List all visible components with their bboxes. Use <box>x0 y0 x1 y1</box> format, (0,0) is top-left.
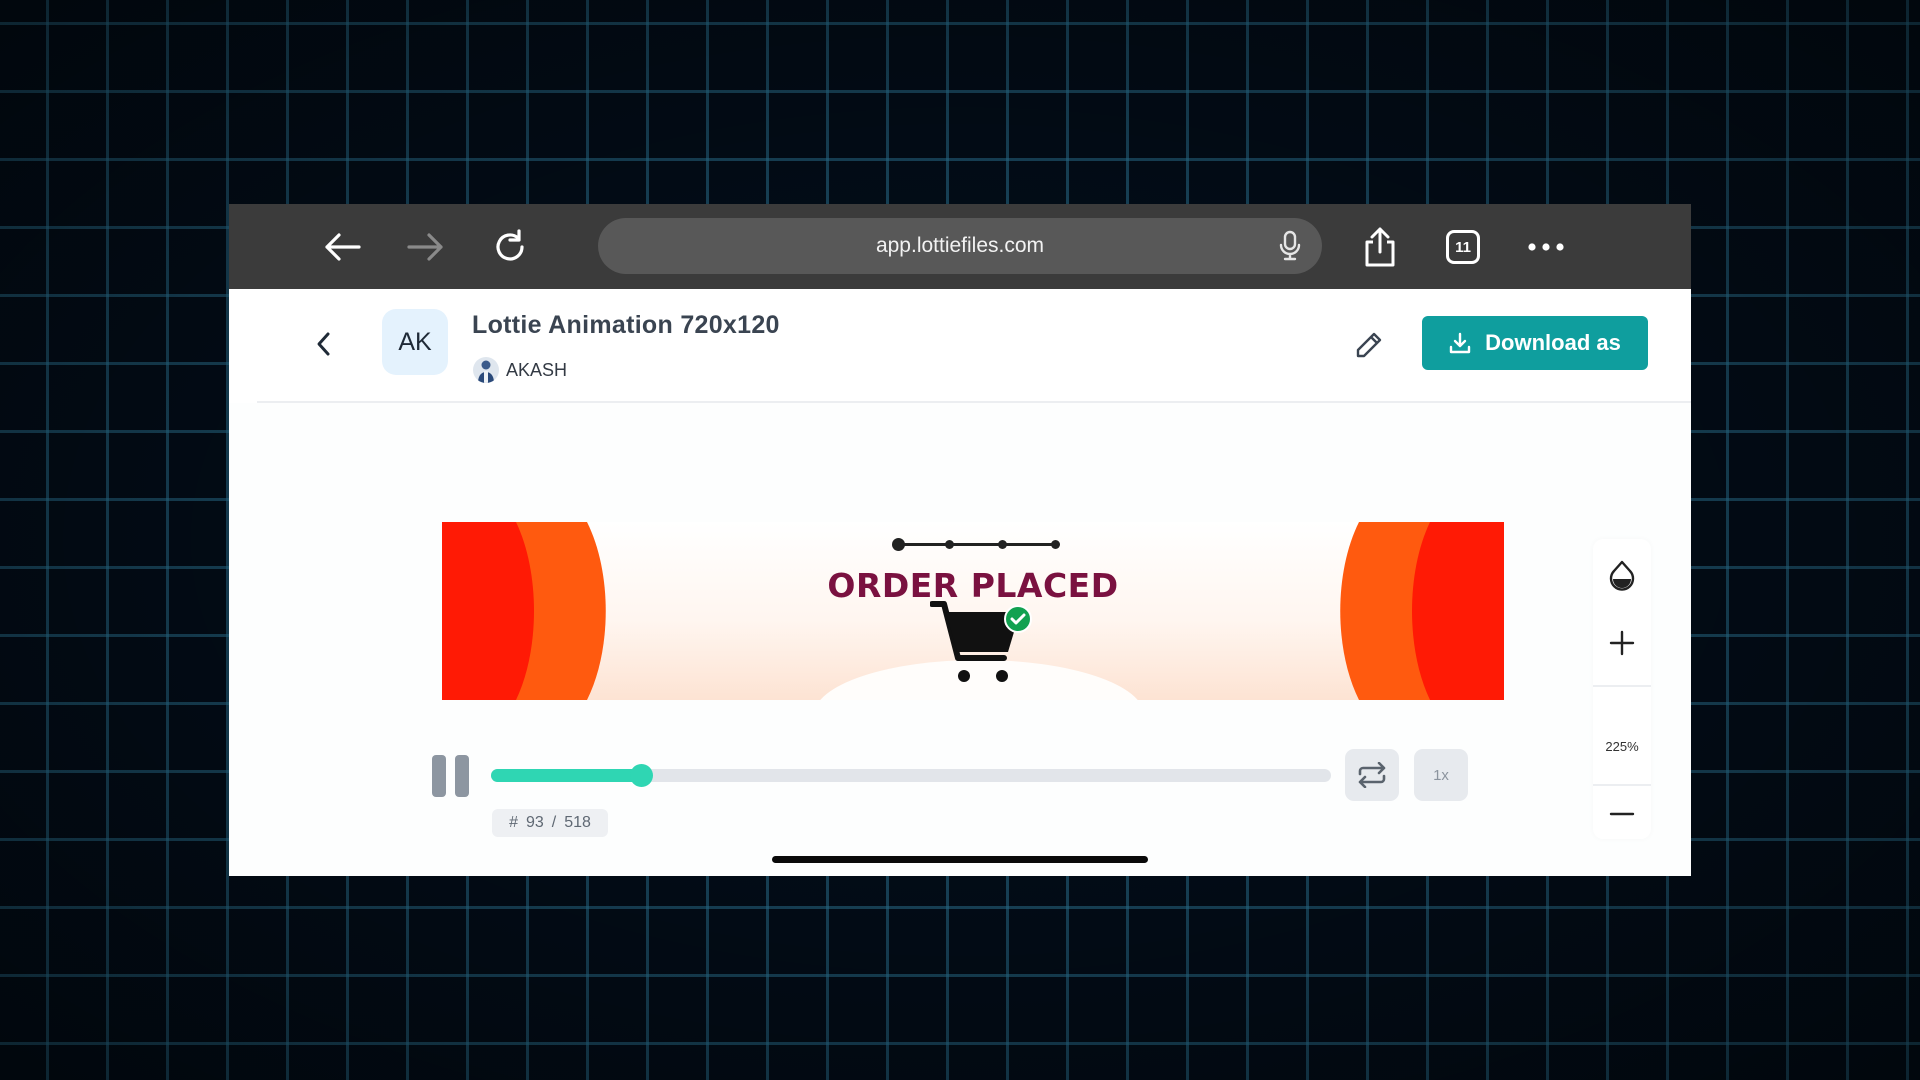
download-label: Download as <box>1485 330 1621 355</box>
browser-toolbar: app.lottiefiles.com 11 <box>229 204 1691 289</box>
more-icon[interactable] <box>1521 222 1571 272</box>
checkmark-icon <box>1004 605 1032 633</box>
author-avatar <box>473 357 499 383</box>
avatar: AK <box>382 309 448 375</box>
chevron-left-icon[interactable] <box>309 329 339 359</box>
step-dot <box>1051 540 1060 549</box>
zoom-in-icon[interactable] <box>1593 619 1651 667</box>
timeline-progress <box>491 769 642 782</box>
step-dot <box>945 540 954 549</box>
app-header: AK Lottie Animation 720x120 AKASH Downlo… <box>229 289 1691 403</box>
pause-icon[interactable] <box>432 755 472 797</box>
back-arrow-icon[interactable] <box>317 222 367 272</box>
timeline-handle[interactable] <box>630 764 653 787</box>
zoom-toolbar: 225% <box>1593 539 1651 839</box>
lottie-animation-canvas: ORDER PLACED <box>442 522 1504 700</box>
author-name: AKASH <box>506 360 568 380</box>
microphone-icon[interactable] <box>1278 230 1302 267</box>
tabs-icon[interactable]: 11 <box>1438 222 1488 272</box>
loop-icon <box>1358 762 1386 788</box>
preview-stage: ORDER PLACED 225% 1x # 93 / 518 <box>229 403 1691 876</box>
device-screen: app.lottiefiles.com 11 AK Lottie Animati… <box>229 204 1691 876</box>
download-button[interactable]: Download as <box>1422 316 1648 370</box>
zoom-out-icon[interactable] <box>1593 792 1651 836</box>
pencil-icon[interactable] <box>1351 327 1387 363</box>
frame-separator: / <box>551 814 557 831</box>
frame-hash: # <box>509 814 518 831</box>
zoom-separator <box>1593 784 1651 786</box>
url-text: app.lottiefiles.com <box>875 234 1045 257</box>
home-indicator <box>772 856 1148 863</box>
timeline-slider[interactable] <box>491 764 1331 787</box>
progress-steps-line <box>896 543 1054 546</box>
download-icon <box>1449 332 1471 354</box>
step-dot <box>892 538 905 551</box>
tab-count: 11 <box>1446 230 1480 264</box>
zoom-separator <box>1593 685 1651 687</box>
frame-counter: # 93 / 518 <box>492 809 608 837</box>
address-bar[interactable]: app.lottiefiles.com <box>598 218 1322 274</box>
forward-arrow-icon[interactable] <box>401 222 451 272</box>
speed-button[interactable]: 1x <box>1414 749 1468 801</box>
frame-current: 93 <box>525 814 544 831</box>
zoom-level: 225% <box>1605 739 1639 754</box>
frame-total: 518 <box>564 814 591 831</box>
step-dot <box>998 540 1007 549</box>
loop-button[interactable] <box>1345 749 1399 801</box>
page-title: Lottie Animation 720x120 <box>472 311 780 339</box>
share-icon[interactable] <box>1355 222 1405 272</box>
reload-icon[interactable] <box>485 222 535 272</box>
color-drop-icon[interactable] <box>1593 551 1651 599</box>
